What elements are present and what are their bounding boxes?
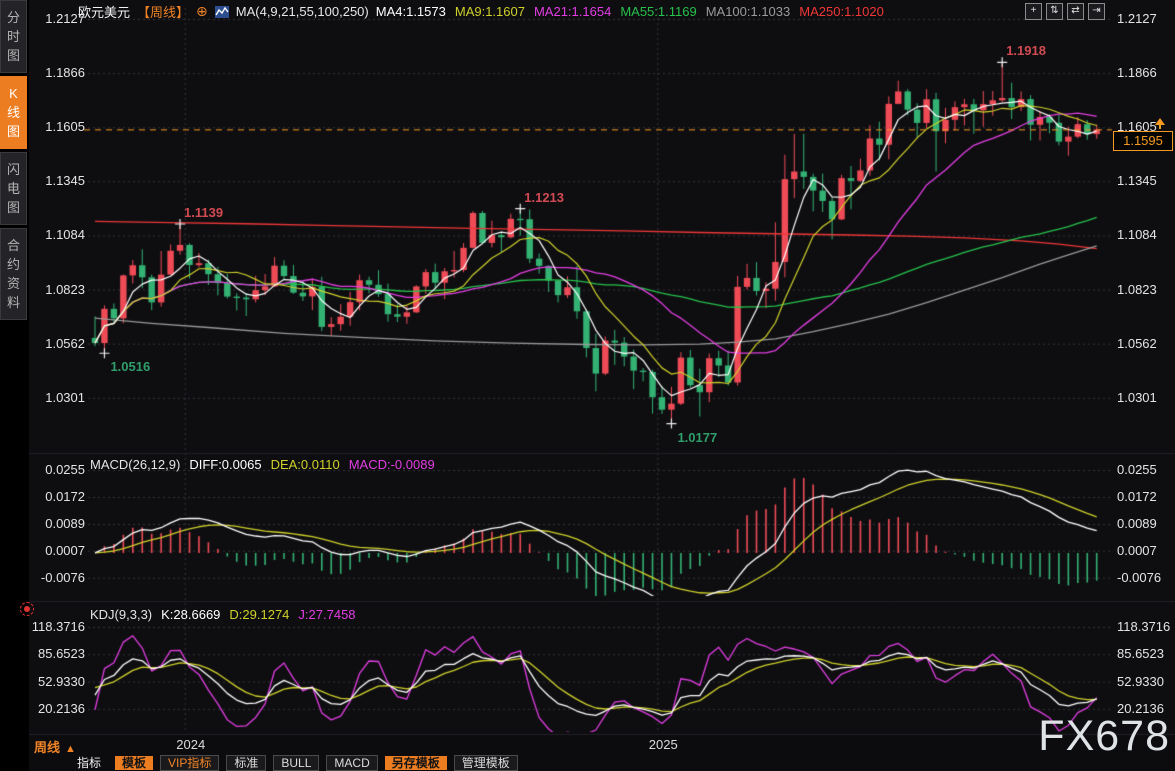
toolbar-button-8[interactable]: 管理模板 xyxy=(454,755,518,771)
ma-values: MA4:1.1573 MA9:1.1607 MA21:1.1654 MA55:1.11… xyxy=(376,4,884,19)
macd-axis-tick-right: -0.0076 xyxy=(1117,570,1161,585)
kdj-axis-tick-left: 52.9330 xyxy=(29,674,85,689)
bottom-toolbar: 指标模板 VIP指标标准 BULL MACD 另存模板管理模板 xyxy=(70,755,518,771)
period-tag: 【周线】 xyxy=(137,2,189,21)
macd-value-1: DIFF:0.0065 xyxy=(189,457,261,472)
macd-axis-tick-left: 0.0172 xyxy=(29,489,85,504)
sidebar-item-label: K线图 xyxy=(6,84,21,141)
reset-scale-icon[interactable]: ⇥ xyxy=(1088,3,1105,20)
sidebar-item-4[interactable]: 合约资料 xyxy=(0,228,27,320)
toolbar-button-4[interactable]: 标准 xyxy=(226,755,266,771)
kdj-header: KDJ(9,3,3) K:28.6669 D:29.1274 J:27.7458 xyxy=(90,607,356,622)
kdj-axis-tick-left: 118.3716 xyxy=(29,619,85,634)
price-axis-tick-right: 1.0562 xyxy=(1117,336,1157,351)
pan-icon[interactable]: + xyxy=(1025,3,1042,20)
price-annotation: 1.0177 xyxy=(677,430,717,445)
macd-axis-tick-left: 0.0255 xyxy=(29,462,85,477)
current-price-value: 1.1595 xyxy=(1123,133,1163,148)
current-price-tag: 1.1595 xyxy=(1113,131,1173,151)
price-axis-tick-right: 1.2127 xyxy=(1117,11,1157,26)
kdj-axis-tick-right: 20.2136 xyxy=(1117,701,1164,716)
chart-canvas[interactable] xyxy=(0,0,1175,771)
period-selector[interactable]: 周线 ▲ xyxy=(34,737,76,756)
kdj-values: K:28.6669 D:29.1274 J:27.7458 xyxy=(161,607,355,622)
price-axis-tick-left: 1.0823 xyxy=(29,282,85,297)
sidebar-item-1[interactable]: 分时图 xyxy=(0,0,27,73)
trading-app-window: 分时图 K线图闪电图合约资料 欧元美元 【周线】 ⊕ MA(4,9,21,55,1… xyxy=(0,0,1175,771)
sidebar-item-2[interactable]: K线图 xyxy=(0,76,27,149)
ma-value-5: MA100:1.1033 xyxy=(706,4,791,19)
ma-value-1: MA4:1.1573 xyxy=(376,4,446,19)
price-axis-tick-left: 1.1345 xyxy=(29,173,85,188)
sidebar: 分时图 K线图闪电图合约资料 xyxy=(0,0,29,771)
price-axis-tick-right: 1.1084 xyxy=(1117,227,1157,242)
macd-value-3: MACD:-0.0089 xyxy=(349,457,435,472)
toolbar-button-7[interactable]: 另存模板 xyxy=(385,756,447,770)
toolbar-button-5[interactable]: BULL xyxy=(273,755,319,771)
price-axis-tick-right: 1.0301 xyxy=(1117,390,1157,405)
price-axis-tick-left: 1.2127 xyxy=(29,11,85,26)
macd-values: DIFF:0.0065 DEA:0.0110 MACD:-0.0089 xyxy=(189,457,434,472)
price-axis-tick-left: 1.1084 xyxy=(29,227,85,242)
ma-value-2: MA9:1.1607 xyxy=(455,4,525,19)
kdj-axis-tick-right: 52.9330 xyxy=(1117,674,1164,689)
sidebar-item-label: 分时图 xyxy=(6,8,21,65)
kdj-axis-tick-right: 118.3716 xyxy=(1117,619,1170,634)
fit-vertical-icon[interactable]: ⇅ xyxy=(1046,3,1063,20)
macd-value-2: DEA:0.0110 xyxy=(271,457,340,472)
macd-axis-tick-right: 0.0089 xyxy=(1117,516,1157,531)
toolbar-button-3[interactable]: VIP指标 xyxy=(160,755,219,771)
period-selector-label: 周线 xyxy=(34,740,60,755)
ma-params-label: MA(4,9,21,55,100,250) xyxy=(236,4,369,19)
macd-header: MACD(26,12,9) DIFF:0.0065 DEA:0.0110 MACD:… xyxy=(90,457,435,472)
kdj-value-2: D:29.1274 xyxy=(229,607,289,622)
ma-value-3: MA21:1.1654 xyxy=(534,4,611,19)
price-axis-tick-right: 1.0823 xyxy=(1117,282,1157,297)
year-label: 2024 xyxy=(176,737,205,752)
kdj-axis-tick-left: 20.2136 xyxy=(29,701,85,716)
macd-axis-tick-right: 0.0255 xyxy=(1117,462,1157,477)
sidebar-item-label: 合约资料 xyxy=(6,236,21,312)
toolbar-button-1[interactable]: 指标 xyxy=(70,756,108,770)
time-axis-row: 周线 ▲ 2024 2025 xyxy=(0,735,1175,755)
price-annotation: 1.0516 xyxy=(110,359,150,374)
sidebar-item-3[interactable]: 闪电图 xyxy=(0,152,27,225)
price-axis-tick-right: 1.1345 xyxy=(1117,173,1157,188)
price-annotation: 1.1918 xyxy=(1006,43,1046,58)
macd-axis-tick-right: 0.0007 xyxy=(1117,543,1157,558)
kdj-axis-tick-left: 85.6523 xyxy=(29,646,85,661)
price-annotation: 1.1139 xyxy=(184,205,223,220)
toolbar-button-6[interactable]: MACD xyxy=(326,755,377,771)
sidebar-item-label: 闪电图 xyxy=(6,160,21,217)
fit-horizontal-icon[interactable]: ⇄ xyxy=(1067,3,1084,20)
indicator-chart-icon xyxy=(215,6,229,18)
macd-axis-tick-left: 0.0089 xyxy=(29,516,85,531)
macd-title: MACD(26,12,9) xyxy=(90,457,180,472)
year-label: 2025 xyxy=(649,737,678,752)
add-indicator-icon[interactable]: ⊕ xyxy=(196,3,208,20)
toolbar-button-2[interactable]: 模板 xyxy=(115,756,153,770)
price-axis-tick-left: 1.1605 xyxy=(29,119,85,134)
price-arrow-icon xyxy=(1154,118,1166,130)
macd-axis-tick-left: 0.0007 xyxy=(29,543,85,558)
chart-corner-toolbar: +⇅⇄⇥ xyxy=(1025,3,1105,20)
kdj-value-3: J:27.7458 xyxy=(298,607,355,622)
kdj-title: KDJ(9,3,3) xyxy=(90,607,152,622)
symbol-title: 欧元美元 xyxy=(78,2,130,21)
price-axis-tick-right: 1.1866 xyxy=(1117,65,1157,80)
alert-icon[interactable] xyxy=(20,602,34,616)
price-axis-tick-left: 1.0562 xyxy=(29,336,85,351)
kdj-value-1: K:28.6669 xyxy=(161,607,220,622)
period-selector-arrow-icon: ▲ xyxy=(65,743,76,755)
price-annotation: 1.1213 xyxy=(524,190,564,205)
macd-axis-tick-left: -0.0076 xyxy=(29,570,85,585)
kdj-axis-tick-right: 85.6523 xyxy=(1117,646,1164,661)
macd-axis-tick-right: 0.0172 xyxy=(1117,489,1157,504)
price-axis-tick-left: 1.0301 xyxy=(29,390,85,405)
price-axis-tick-left: 1.1866 xyxy=(29,65,85,80)
ma-value-6: MA250:1.1020 xyxy=(799,4,884,19)
ma-value-4: MA55:1.1169 xyxy=(620,4,696,19)
chart-header: 欧元美元 【周线】 ⊕ MA(4,9,21,55,100,250) MA4:1.… xyxy=(78,3,884,20)
